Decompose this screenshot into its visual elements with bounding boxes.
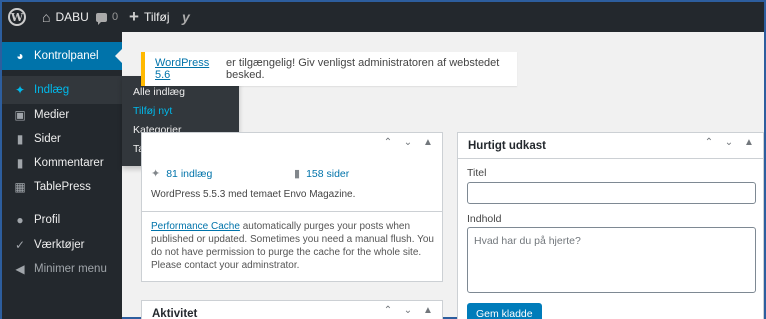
move-up-icon[interactable]: ⌃ xyxy=(382,137,394,148)
new-content-button[interactable]: + Tilføj xyxy=(129,2,169,32)
sidebar-item-profil[interactable]: ● Profil xyxy=(2,206,122,234)
user-icon: ● xyxy=(16,213,24,227)
comment-bubble-icon xyxy=(96,12,107,25)
pin-icon: ✦ xyxy=(151,168,161,180)
cache-notice: Performance Cache automatically purges y… xyxy=(151,220,439,272)
at-a-glance-widget: ⌃ ⌄ ▲ ✦ 81 indlæg ▮ 158 sider WordPress … xyxy=(141,132,443,282)
save-draft-button[interactable]: Gem kladde xyxy=(467,303,542,319)
sidebar-item-kontrolpanel[interactable]: ◕ Kontrolpanel xyxy=(2,42,122,70)
site-name: DABU xyxy=(55,10,89,24)
pages-count-link[interactable]: ▮ 158 sider xyxy=(294,167,350,181)
sidebar-item-label: Minimer menu xyxy=(34,263,107,275)
admin-sidebar: ◕ Kontrolpanel ✦ Indlæg ▣ Medier ▮ Sider… xyxy=(2,32,122,319)
page-icon: ▮ xyxy=(294,168,301,180)
move-up-icon[interactable]: ⌃ xyxy=(703,137,715,148)
media-icon: ▣ xyxy=(14,108,26,122)
sidebar-item-label: Medier xyxy=(34,109,70,121)
activity-widget: Aktivitet ⌃ ⌄ ▲ xyxy=(141,300,443,319)
move-down-icon[interactable]: ⌄ xyxy=(723,137,735,148)
update-link[interactable]: WordPress 5.6 xyxy=(155,57,222,81)
toggle-panel-icon[interactable]: ▲ xyxy=(422,137,434,148)
performance-cache-link[interactable]: Performance Cache xyxy=(151,221,240,232)
home-icon: ⌂ xyxy=(42,9,51,25)
widget-header: ⌃ ⌄ ▲ xyxy=(142,133,442,159)
content-label: Indhold xyxy=(467,213,502,225)
comment-icon: ▮ xyxy=(16,156,24,170)
sidebar-item-indlaeg[interactable]: ✦ Indlæg xyxy=(2,76,122,104)
pages-count: 158 sider xyxy=(306,167,350,180)
widget-title: Hurtigt udkast xyxy=(468,140,546,152)
move-down-icon[interactable]: ⌄ xyxy=(402,137,414,148)
widget-header: Aktivitet ⌃ ⌄ ▲ xyxy=(142,301,442,319)
sidebar-item-label: Kommentarer xyxy=(34,157,104,169)
yoast-icon: y xyxy=(182,9,190,25)
yoast-seo-button[interactable]: y xyxy=(182,2,190,32)
posts-count: 81 indlæg xyxy=(166,167,213,180)
sidebar-item-label: TablePress xyxy=(34,181,91,193)
update-notice: WordPress 5.6 er tilgængelig! Giv venlig… xyxy=(141,52,517,86)
sidebar-item-label: Værktøjer xyxy=(34,239,85,251)
version-info: WordPress 5.5.3 med temaet Envo Magazine… xyxy=(151,189,356,200)
plus-icon: + xyxy=(129,7,139,26)
pin-icon: ✦ xyxy=(14,83,26,97)
move-down-icon[interactable]: ⌄ xyxy=(402,305,414,316)
sidebar-item-label: Kontrolpanel xyxy=(34,50,99,62)
update-notice-text: er tilgængelig! Giv venligst administrat… xyxy=(226,57,500,81)
posts-count-link[interactable]: ✦ 81 indlæg xyxy=(151,167,213,181)
widget-tools: ⌃ ⌄ ▲ xyxy=(382,137,434,148)
admin-bar: W ⌂ DABU 0 + Tilføj y xyxy=(2,2,764,32)
title-label: Titel xyxy=(467,167,487,179)
site-name-link[interactable]: ⌂ DABU xyxy=(42,2,89,32)
dashboard-icon: ◕ xyxy=(16,49,24,63)
collapse-menu-button[interactable]: ◀ Minimer menu xyxy=(2,255,122,283)
page-icon: ▮ xyxy=(16,132,24,146)
sidebar-item-label: Indlæg xyxy=(34,84,70,96)
quick-draft-widget: Hurtigt udkast ⌃ ⌄ ▲ Titel Indhold Hvad … xyxy=(457,132,764,319)
widget-tools: ⌃ ⌄ ▲ xyxy=(703,137,755,148)
widget-title: Aktivitet xyxy=(152,308,198,319)
wrench-icon: ✓ xyxy=(14,238,26,252)
sidebar-item-tablepress[interactable]: ▦ TablePress xyxy=(2,173,122,201)
widget-header: Hurtigt udkast ⌃ ⌄ ▲ xyxy=(458,133,763,159)
divider xyxy=(142,211,442,212)
sidebar-item-label: Profil xyxy=(34,214,61,226)
toggle-panel-icon[interactable]: ▲ xyxy=(743,137,755,148)
wordpress-logo-icon: W xyxy=(8,8,26,26)
move-up-icon[interactable]: ⌃ xyxy=(382,305,394,316)
table-icon: ▦ xyxy=(14,180,26,194)
wordpress-logo-button[interactable]: W xyxy=(8,2,28,32)
comments-link[interactable]: 0 xyxy=(96,2,118,32)
new-content-label: Tilføj xyxy=(143,10,170,24)
submenu-item-add-new[interactable]: Tilføj nyt xyxy=(122,101,239,120)
sidebar-item-label: Sider xyxy=(34,133,61,145)
title-input[interactable] xyxy=(467,182,756,204)
content-textarea[interactable]: Hvad har du på hjerte? xyxy=(467,227,756,293)
comments-count: 0 xyxy=(112,11,119,23)
toggle-panel-icon[interactable]: ▲ xyxy=(422,305,434,316)
collapse-icon: ◀ xyxy=(15,262,25,276)
widget-tools: ⌃ ⌄ ▲ xyxy=(382,305,434,316)
